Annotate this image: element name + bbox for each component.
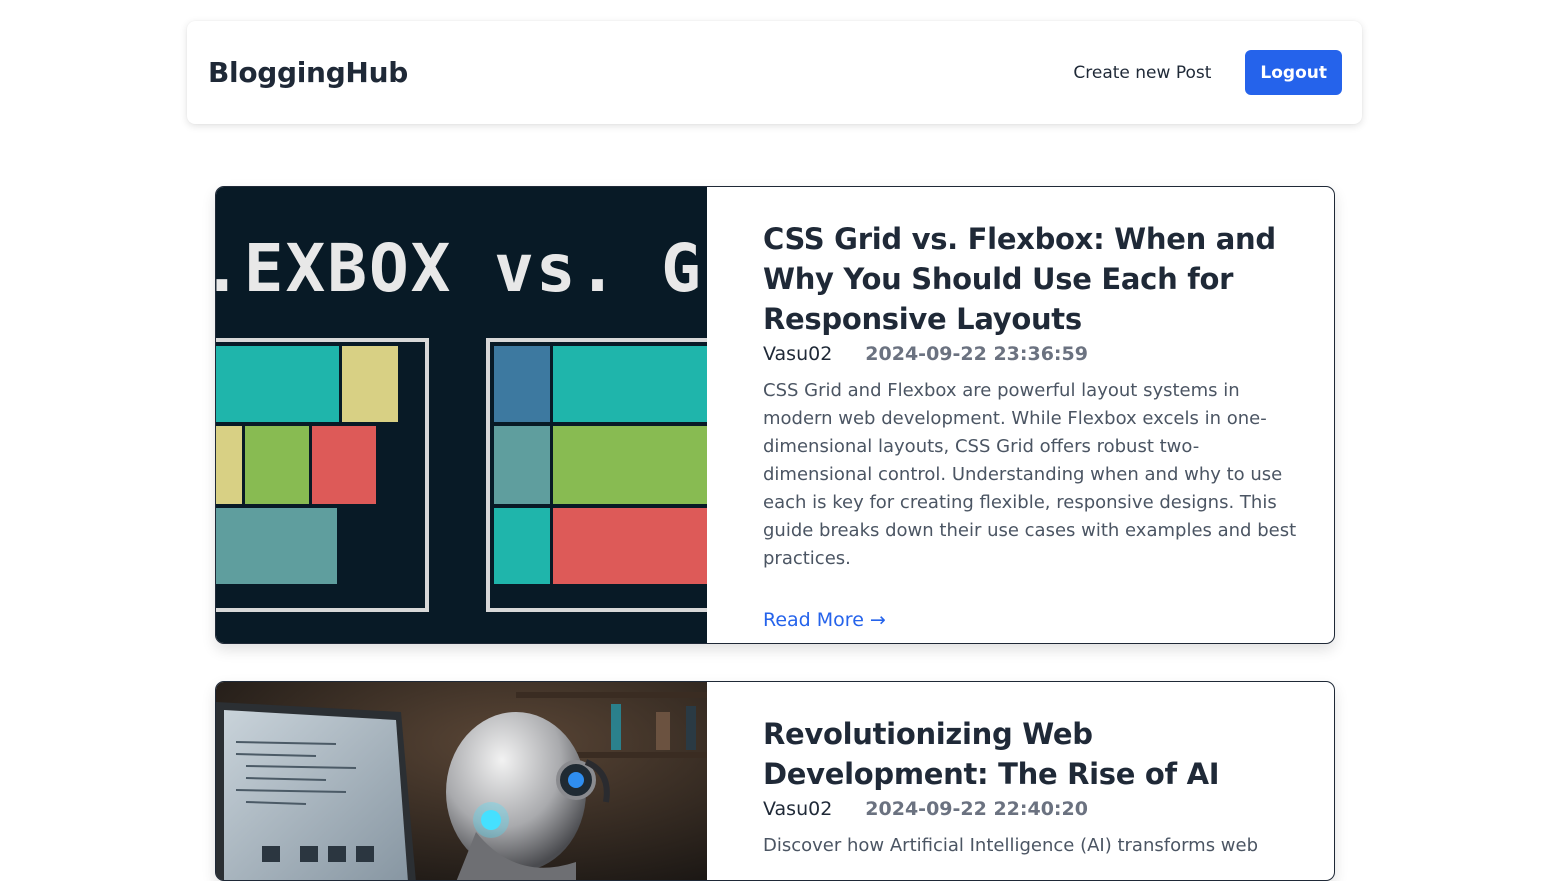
- post-date: 2024-09-22 23:36:59: [865, 343, 1088, 365]
- post-meta: Vasu02 2024-09-22 23:36:59: [763, 343, 1304, 365]
- post-card: .EXBOX vs. GRI CSS Grid vs. Flexbox: Whe…: [215, 186, 1335, 644]
- post-body: Revolutionizing Web Development: The Ris…: [707, 682, 1334, 880]
- post-thumbnail-flexbox-grid[interactable]: .EXBOX vs. GRI: [216, 187, 707, 643]
- nav-actions: Create new Post Logout: [1073, 50, 1342, 95]
- logout-button[interactable]: Logout: [1245, 50, 1342, 95]
- post-author: Vasu02: [763, 798, 833, 820]
- post-card: Revolutionizing Web Development: The Ris…: [215, 681, 1335, 881]
- thumbnail-headline: .EXBOX vs. GRI: [216, 230, 707, 307]
- post-excerpt: CSS Grid and Flexbox are powerful layout…: [763, 380, 1297, 569]
- brand-logo[interactable]: BloggingHub: [208, 56, 408, 89]
- navbar: BloggingHub Create new Post Logout: [187, 21, 1362, 124]
- create-post-link[interactable]: Create new Post: [1073, 63, 1211, 83]
- post-meta: Vasu02 2024-09-22 22:40:20: [763, 798, 1304, 820]
- post-date: 2024-09-22 22:40:20: [865, 798, 1088, 820]
- read-more-link[interactable]: Read More →: [763, 609, 886, 631]
- post-author: Vasu02: [763, 343, 833, 365]
- post-title[interactable]: Revolutionizing Web Development: The Ris…: [763, 714, 1304, 794]
- post-body: CSS Grid vs. Flexbox: When and Why You S…: [707, 187, 1334, 643]
- post-excerpt: Discover how Artificial Intelligence (AI…: [763, 835, 1259, 856]
- post-title[interactable]: CSS Grid vs. Flexbox: When and Why You S…: [763, 219, 1304, 339]
- post-thumbnail-ai-robot[interactable]: [216, 682, 707, 880]
